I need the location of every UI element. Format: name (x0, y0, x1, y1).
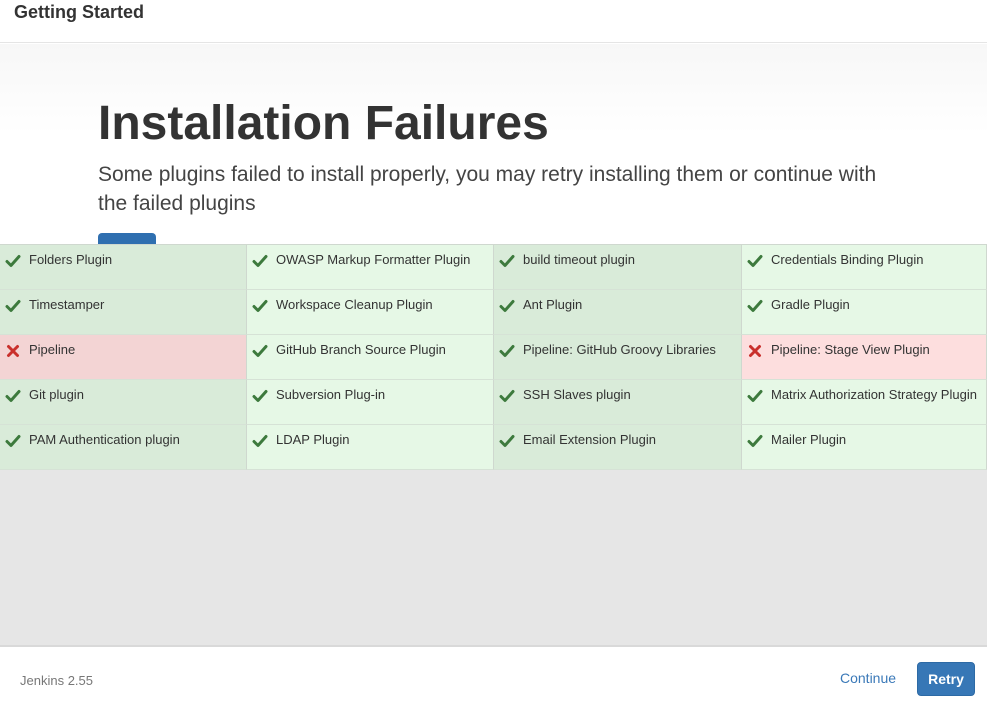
plugin-item: Git plugin (0, 380, 247, 425)
page-header-title: Getting Started (14, 2, 145, 22)
plugin-name: OWASP Markup Formatter Plugin (276, 252, 471, 267)
plugin-name: Ant Plugin (523, 297, 583, 312)
plugin-item: Pipeline: Stage View Plugin (742, 335, 987, 380)
page-title: Installation Failures (98, 97, 549, 150)
check-icon (499, 343, 515, 359)
plugin-item: Email Extension Plugin (494, 425, 742, 470)
continue-link[interactable]: Continue (840, 670, 896, 686)
plugin-name: Pipeline (29, 342, 76, 357)
obscured-button[interactable] (98, 233, 156, 244)
plugin-name: Git plugin (29, 387, 84, 402)
page-description: Some plugins failed to install properly,… (98, 163, 877, 215)
plugin-name: Timestamper (29, 297, 105, 312)
plugin-item: Ant Plugin (494, 290, 742, 335)
check-icon (252, 388, 268, 404)
cross-icon (747, 343, 763, 359)
plugin-name: Mailer Plugin (771, 432, 847, 447)
plugin-item: LDAP Plugin (247, 425, 494, 470)
retry-button[interactable]: Retry (917, 662, 975, 696)
plugin-name: Matrix Authorization Strategy Plugin (771, 387, 977, 402)
plugin-item: SSH Slaves plugin (494, 380, 742, 425)
plugin-name: Workspace Cleanup Plugin (276, 297, 433, 312)
check-icon (499, 253, 515, 269)
check-icon (499, 433, 515, 449)
plugin-item: Gradle Plugin (742, 290, 987, 335)
version-label: Jenkins 2.55 (20, 673, 93, 688)
check-icon (747, 388, 763, 404)
plugin-name: Subversion Plug-in (276, 387, 386, 402)
check-icon (747, 433, 763, 449)
cross-icon (5, 343, 21, 359)
plugin-item: build timeout plugin (494, 245, 742, 290)
plugin-item: Matrix Authorization Strategy Plugin (742, 380, 987, 425)
plugin-name: LDAP Plugin (276, 432, 350, 447)
check-icon (747, 253, 763, 269)
plugin-item: Workspace Cleanup Plugin (247, 290, 494, 335)
plugin-name: PAM Authentication plugin (29, 432, 180, 447)
plugin-name: Gradle Plugin (771, 297, 850, 312)
check-icon (252, 253, 268, 269)
plugin-item: Credentials Binding Plugin (742, 245, 987, 290)
check-icon (5, 253, 21, 269)
plugin-item: PAM Authentication plugin (0, 425, 247, 470)
content-background (0, 470, 987, 645)
header-bar: Getting Started (0, 0, 987, 43)
hero-section: Installation Failures Some plugins faile… (0, 44, 987, 244)
plugin-item: Folders Plugin (0, 245, 247, 290)
plugin-item: Timestamper (0, 290, 247, 335)
plugin-name: GitHub Branch Source Plugin (276, 342, 446, 357)
check-icon (5, 298, 21, 314)
check-icon (499, 298, 515, 314)
footer-bar: Jenkins 2.55 Continue Retry (0, 645, 987, 705)
check-icon (747, 298, 763, 314)
check-icon (499, 388, 515, 404)
check-icon (252, 343, 268, 359)
plugin-status-grid: Folders Plugin OWASP Markup Formatter Plu… (0, 244, 987, 470)
plugin-item: Mailer Plugin (742, 425, 987, 470)
plugin-name: Pipeline: Stage View Plugin (771, 342, 930, 357)
check-icon (252, 433, 268, 449)
plugin-name: Credentials Binding Plugin (771, 252, 924, 267)
plugin-item: Pipeline (0, 335, 247, 380)
plugin-name: build timeout plugin (523, 252, 636, 267)
plugin-item: Subversion Plug-in (247, 380, 494, 425)
plugin-name: Email Extension Plugin (523, 432, 656, 447)
check-icon (5, 388, 21, 404)
plugin-item: OWASP Markup Formatter Plugin (247, 245, 494, 290)
plugin-name: Pipeline: GitHub Groovy Libraries (523, 342, 716, 357)
plugin-item: Pipeline: GitHub Groovy Libraries (494, 335, 742, 380)
plugin-name: SSH Slaves plugin (523, 387, 631, 402)
plugin-item: GitHub Branch Source Plugin (247, 335, 494, 380)
check-icon (5, 433, 21, 449)
plugin-name: Folders Plugin (29, 252, 113, 267)
check-icon (252, 298, 268, 314)
